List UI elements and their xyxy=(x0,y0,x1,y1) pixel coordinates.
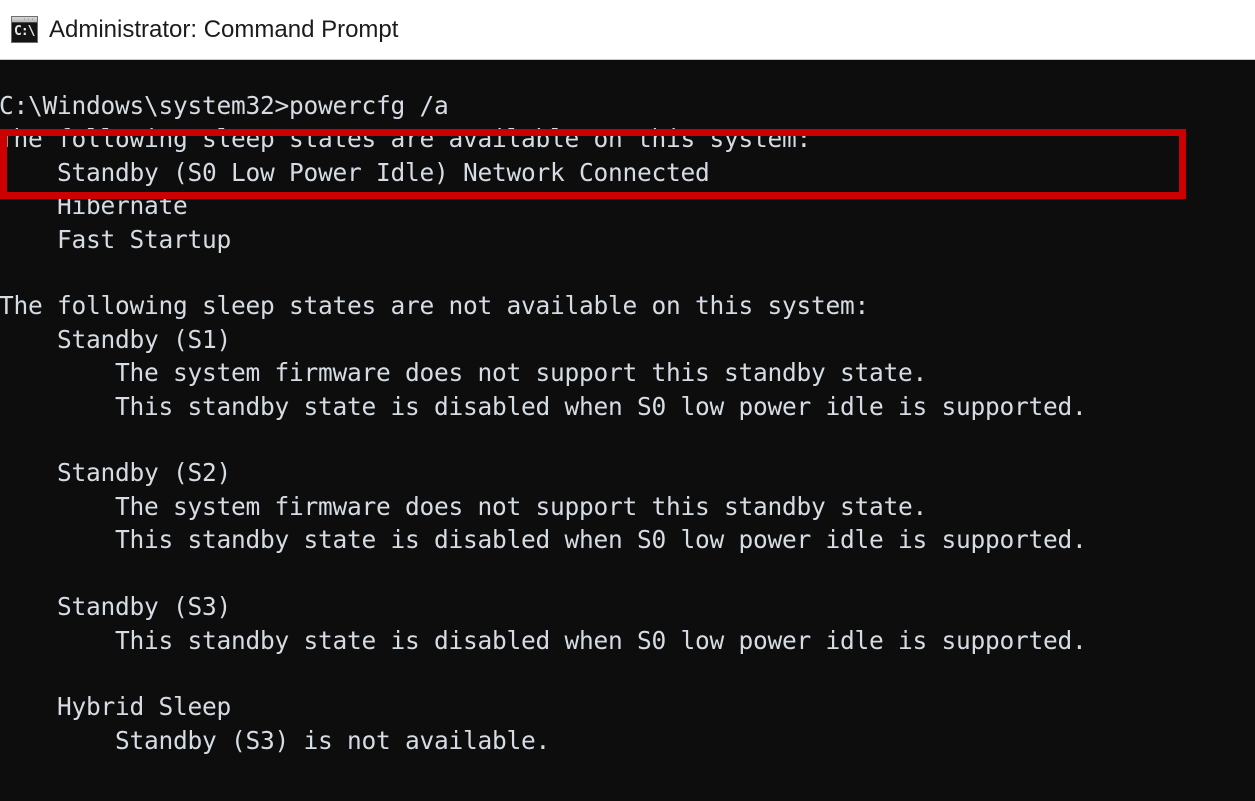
command-prompt-icon-glyph: C:\. xyxy=(14,24,37,39)
window-title-text: Administrator: Command Prompt xyxy=(49,15,399,43)
window-title-bar[interactable]: ··· C:\. Administrator: Command Prompt xyxy=(0,0,1255,60)
command-prompt-icon: ··· C:\. xyxy=(11,16,38,43)
command-prompt-window: ··· C:\. Administrator: Command Prompt C… xyxy=(0,0,1255,801)
console-output-text: C:\Windows\system32>powercfg /a The foll… xyxy=(0,91,1087,755)
command-prompt-icon-buttons: ··· xyxy=(22,17,35,23)
console-output-area[interactable]: C:\Windows\system32>powercfg /a The foll… xyxy=(0,61,1255,801)
